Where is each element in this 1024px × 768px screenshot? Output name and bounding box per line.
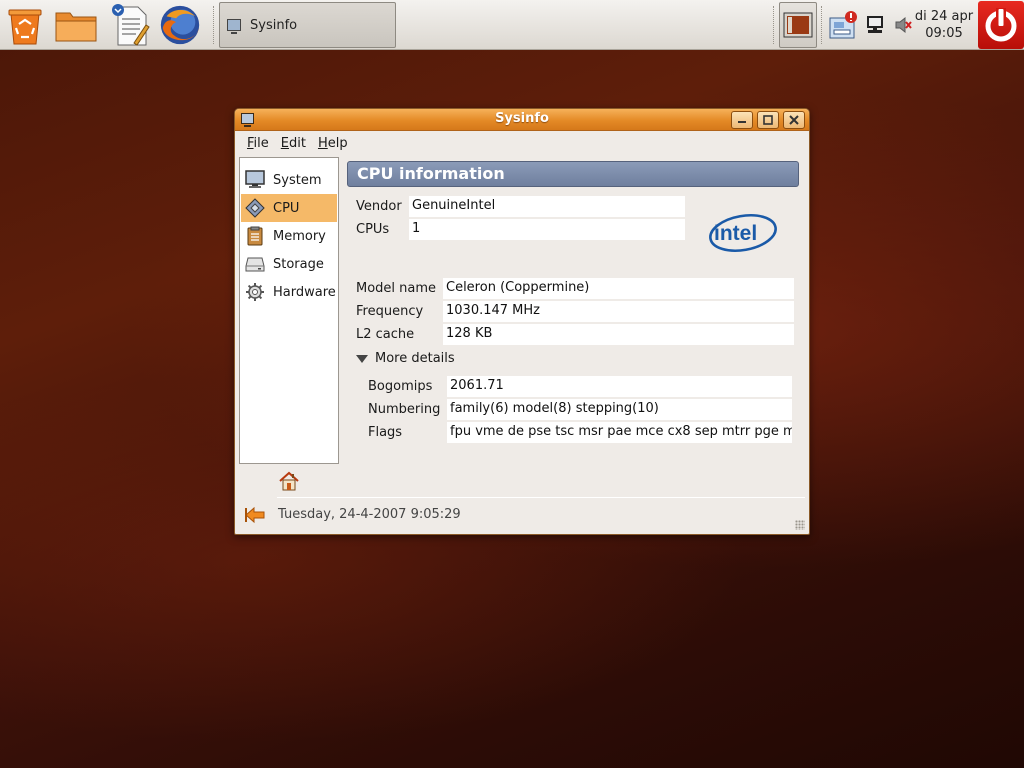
vendor-value: GenuineIntel: [409, 196, 685, 217]
status-separator: [277, 497, 805, 498]
menu-edit[interactable]: Edit: [275, 132, 312, 154]
update-notifier-icon[interactable]: [826, 6, 860, 44]
monitor-icon: [244, 169, 266, 191]
close-icon: [789, 115, 799, 125]
vendor-label: Vendor: [356, 199, 402, 214]
panel-separator: [213, 6, 215, 44]
network-icon[interactable]: [864, 6, 886, 44]
clock[interactable]: di 24 apr 09:05: [914, 8, 974, 42]
sidebar-item-system[interactable]: System: [241, 166, 337, 194]
sidebar-item-memory[interactable]: Memory: [241, 222, 337, 250]
model-name-label: Model name: [356, 281, 437, 296]
window-title: Sysinfo: [495, 111, 549, 126]
sidebar-item-cpu[interactable]: CPU: [241, 194, 337, 222]
firefox-icon[interactable]: [157, 3, 203, 47]
bogomips-value: 2061.71: [447, 376, 792, 397]
sidebar-item-label: Hardware: [273, 284, 336, 300]
menu-bar: File Edit Help: [235, 132, 809, 154]
back-arrow-button[interactable]: [243, 504, 267, 526]
power-button[interactable]: [978, 1, 1024, 49]
storage-drive-icon: [244, 253, 266, 275]
maximize-icon: [763, 115, 773, 125]
status-timestamp: Tuesday, 24-4-2007 9:05:29: [278, 507, 461, 522]
frequency-label: Frequency: [356, 304, 424, 319]
sidebar-item-label: Memory: [273, 228, 326, 244]
cpus-label: CPUs: [356, 222, 390, 237]
expander-triangle-icon: [356, 354, 368, 363]
window-titlebar[interactable]: Sysinfo: [235, 109, 809, 131]
cpu-chip-icon: [244, 197, 266, 219]
close-button[interactable]: [783, 111, 805, 129]
sidebar-item-label: System: [273, 172, 322, 188]
maximize-button[interactable]: [757, 111, 779, 129]
sysinfo-window: Sysinfo File Edit Help System CPU Memory…: [234, 108, 810, 535]
l2-cache-label: L2 cache: [356, 327, 415, 342]
home-folder-icon[interactable]: [53, 3, 99, 47]
recycle-bin-icon[interactable]: [2, 3, 48, 47]
taskbar-window-label: Sysinfo: [250, 17, 298, 33]
panel-separator: [773, 6, 775, 44]
sidebar-item-label: Storage: [273, 256, 324, 272]
volume-muted-icon[interactable]: [892, 6, 914, 44]
clock-date: di 24 apr: [914, 9, 974, 24]
show-desktop-button[interactable]: [779, 2, 817, 48]
intel-logo: intel: [709, 214, 777, 252]
numbering-label: Numbering: [368, 402, 441, 417]
expander-label: More details: [375, 351, 455, 366]
numbering-value: family(6) model(8) stepping(10): [447, 399, 792, 420]
frequency-value: 1030.147 MHz: [443, 301, 794, 322]
taskbar-window-button[interactable]: Sysinfo: [219, 2, 396, 48]
menu-file[interactable]: File: [241, 132, 275, 154]
section-header: CPU information: [347, 161, 799, 187]
category-sidebar: System CPU Memory Storage Hardware: [239, 157, 339, 464]
clock-time: 09:05: [925, 26, 963, 41]
minimize-button[interactable]: [731, 111, 753, 129]
gear-icon: [244, 281, 266, 303]
menu-help[interactable]: Help: [312, 132, 354, 154]
home-button[interactable]: [277, 470, 301, 492]
desktop-icon: [783, 12, 813, 38]
flags-label: Flags: [368, 425, 403, 440]
bogomips-label: Bogomips: [368, 379, 433, 394]
resize-grip[interactable]: [795, 520, 805, 530]
intel-logo-text: intel: [714, 222, 757, 245]
cpus-value: 1: [409, 219, 685, 240]
model-name-value: Celeron (Coppermine): [443, 278, 794, 299]
flags-value: fpu vme de pse tsc msr pae mce cx8 sep m…: [447, 422, 792, 443]
power-icon: [985, 8, 1017, 42]
monitor-icon: [227, 19, 241, 34]
minimize-icon: [738, 121, 746, 123]
sidebar-item-storage[interactable]: Storage: [241, 250, 337, 278]
text-editor-icon[interactable]: [108, 3, 154, 47]
memory-icon: [244, 225, 266, 247]
more-details-expander[interactable]: More details: [356, 351, 455, 366]
home-icon: [279, 471, 299, 491]
l2-cache-value: 128 KB: [443, 324, 794, 345]
back-arrow-icon: [245, 506, 265, 524]
top-panel: Sysinfo di 24 apr 09:05: [0, 0, 1024, 50]
panel-separator: [821, 6, 823, 44]
sidebar-item-label: CPU: [273, 200, 300, 216]
sidebar-item-hardware[interactable]: Hardware: [241, 278, 337, 306]
